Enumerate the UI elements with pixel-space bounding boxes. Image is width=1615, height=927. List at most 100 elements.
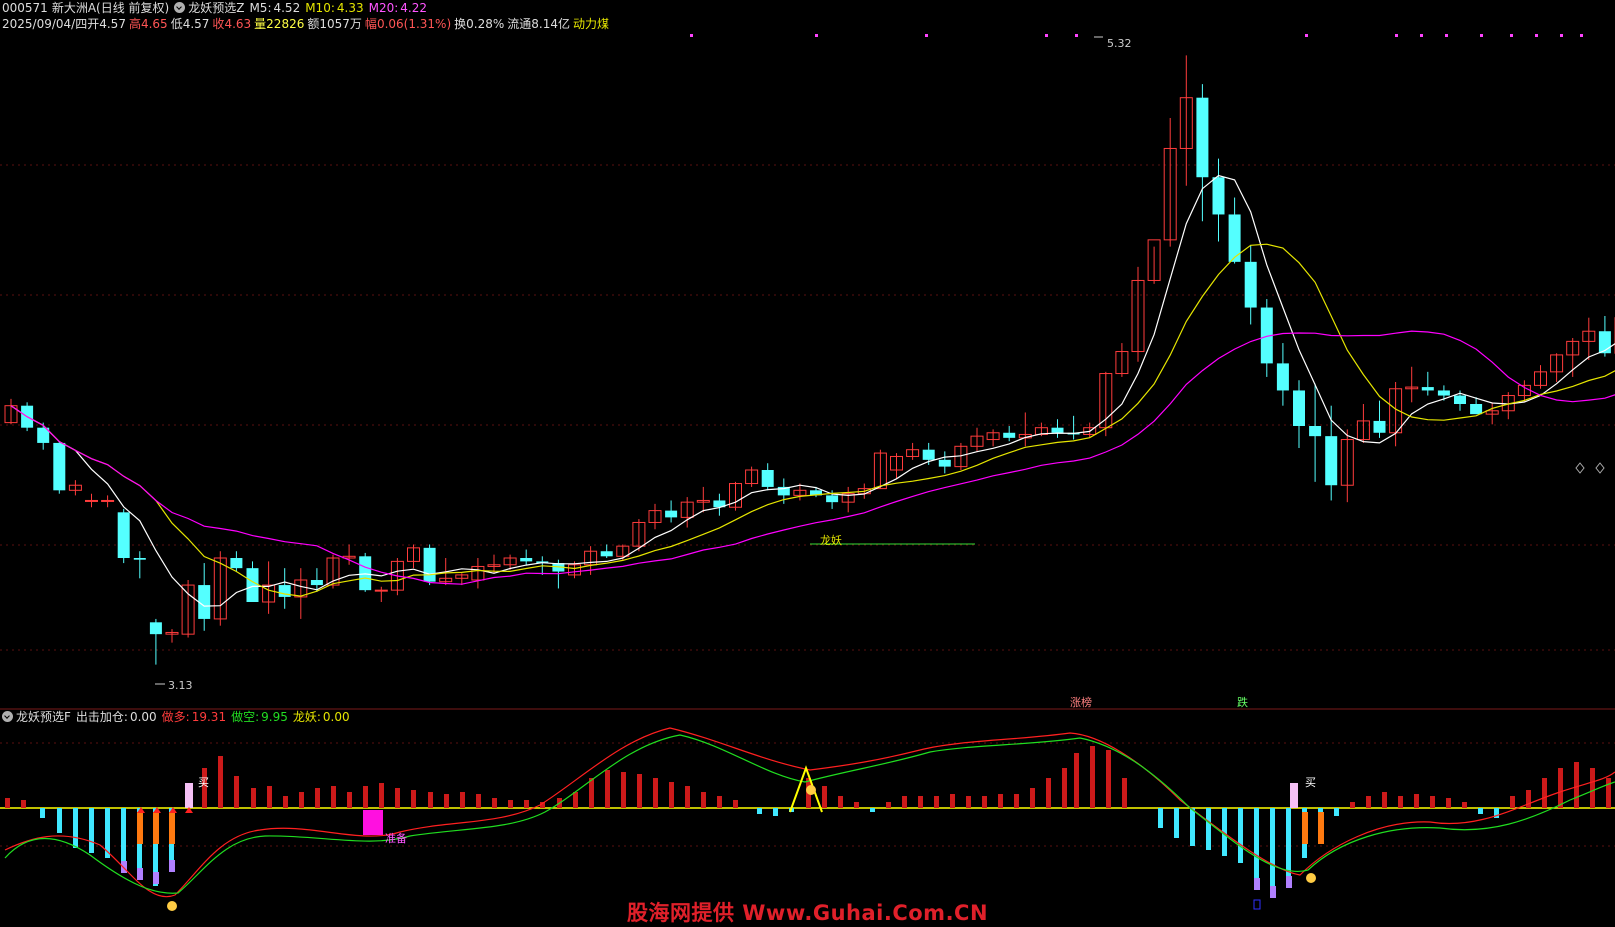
indicator-bar <box>1446 798 1451 808</box>
signal-dot <box>1580 34 1583 37</box>
candle-body <box>1437 390 1450 396</box>
purple-bar <box>1286 876 1292 888</box>
signal-dot <box>925 34 928 37</box>
indicator-bar <box>1090 746 1095 808</box>
indicator-bar <box>1074 753 1079 808</box>
orange-bar <box>1318 812 1324 844</box>
candle-body <box>1003 432 1016 438</box>
indicator-bar <box>363 786 368 808</box>
indicator-bar <box>21 800 26 808</box>
indicator-bar <box>315 788 320 808</box>
signal-dot <box>1510 34 1513 37</box>
candle-body <box>1421 387 1434 391</box>
annotations: 5.32 3.13 龙妖 涨榜 跌 买 买 准备 <box>168 37 1316 845</box>
indicator-bar <box>1206 808 1211 850</box>
orange-bar <box>153 812 159 844</box>
indicator-bar <box>1174 808 1179 838</box>
candle-body <box>761 470 774 487</box>
candle-body <box>922 449 935 460</box>
indicator-bar <box>822 786 827 808</box>
signal-dot <box>1305 34 1308 37</box>
indicator-bar <box>902 796 907 808</box>
indicator-bar <box>283 796 288 808</box>
indicator-bar <box>1590 768 1595 808</box>
indicator-bar <box>347 792 352 808</box>
indicator-bar <box>1014 794 1019 808</box>
indicator-bar <box>1382 792 1387 808</box>
signal-dot <box>1535 34 1538 37</box>
indicator-bar <box>40 808 45 818</box>
buy-signal-1: 买 <box>198 776 209 789</box>
indicator-bar <box>1526 790 1531 808</box>
purple-bar <box>169 860 175 872</box>
indicator-bar <box>299 792 304 808</box>
indicator-bar <box>1106 750 1111 808</box>
candle-body <box>600 551 613 557</box>
signal-dot <box>1480 34 1483 37</box>
indicator-bar <box>934 796 939 808</box>
diamond-icon <box>1575 462 1585 474</box>
indicator-bar <box>492 798 497 808</box>
ma-10-line <box>10 243 1615 597</box>
low-price-label: 3.13 <box>168 679 193 692</box>
indicator-bar <box>331 786 336 808</box>
indicator-bar <box>870 808 875 812</box>
indicator-bar <box>444 794 449 808</box>
short-line <box>4 734 1615 894</box>
buy-signal-2: 买 <box>1305 776 1316 789</box>
signal-dot <box>1045 34 1048 37</box>
candle-body <box>938 459 951 467</box>
candle-body <box>149 622 162 635</box>
indicator-bar <box>89 808 94 853</box>
indicator-bar <box>1122 778 1127 808</box>
indicator-bar <box>573 792 578 808</box>
candle-body <box>1051 427 1064 433</box>
indicator-bar <box>1462 802 1467 808</box>
indicator-bar <box>701 792 706 808</box>
indicator-bar <box>1270 808 1275 898</box>
indicator-bar <box>1366 796 1371 808</box>
signal-dot <box>1395 34 1398 37</box>
indicator-bar <box>685 786 690 808</box>
purple-bar <box>137 868 143 880</box>
indicator-bar <box>637 774 642 808</box>
candle-body <box>520 558 533 562</box>
indicator-bar <box>1190 808 1195 846</box>
candle-body <box>1244 261 1257 308</box>
indicator-bar <box>1334 808 1339 816</box>
ready-marker-bar <box>363 810 383 835</box>
indicator-bar <box>1510 796 1515 808</box>
ma-20-line <box>10 330 1615 585</box>
candle-body <box>1325 436 1338 486</box>
indicator-bar <box>886 802 891 808</box>
indicator-bar <box>1062 768 1067 808</box>
price-grid <box>0 164 1615 710</box>
kline-chart[interactable]: 5.32 3.13 龙妖 涨榜 跌 买 买 准备 <box>0 0 1615 927</box>
purple-bar <box>153 872 159 884</box>
candle-body <box>1454 395 1466 404</box>
indicator-bar <box>218 756 223 808</box>
candle-body <box>117 512 130 558</box>
indicator-bar <box>460 792 465 808</box>
indicator-bar <box>1046 778 1051 808</box>
indicator-bar <box>918 796 923 808</box>
ready-signal: 准备 <box>385 831 407 845</box>
indicator-bar <box>524 800 529 808</box>
long-line <box>4 727 1615 898</box>
hand-pointer-icon <box>806 785 816 795</box>
die-label: 跌 <box>1237 695 1248 709</box>
signal-dot <box>1420 34 1423 37</box>
indicator-bar <box>653 778 658 808</box>
indicator-bar <box>57 808 62 833</box>
candle-body <box>1470 404 1483 415</box>
indicator-bar <box>476 794 481 808</box>
sub-indicator-panel <box>0 462 1615 911</box>
indicator-bar <box>428 792 433 808</box>
indicator-bar <box>1254 808 1259 883</box>
indicator-bar <box>1350 802 1355 808</box>
candle-body <box>359 556 372 591</box>
candle-body <box>665 510 678 518</box>
candle-body <box>53 442 66 491</box>
orange-bar <box>169 812 175 844</box>
candle-body <box>374 589 388 592</box>
